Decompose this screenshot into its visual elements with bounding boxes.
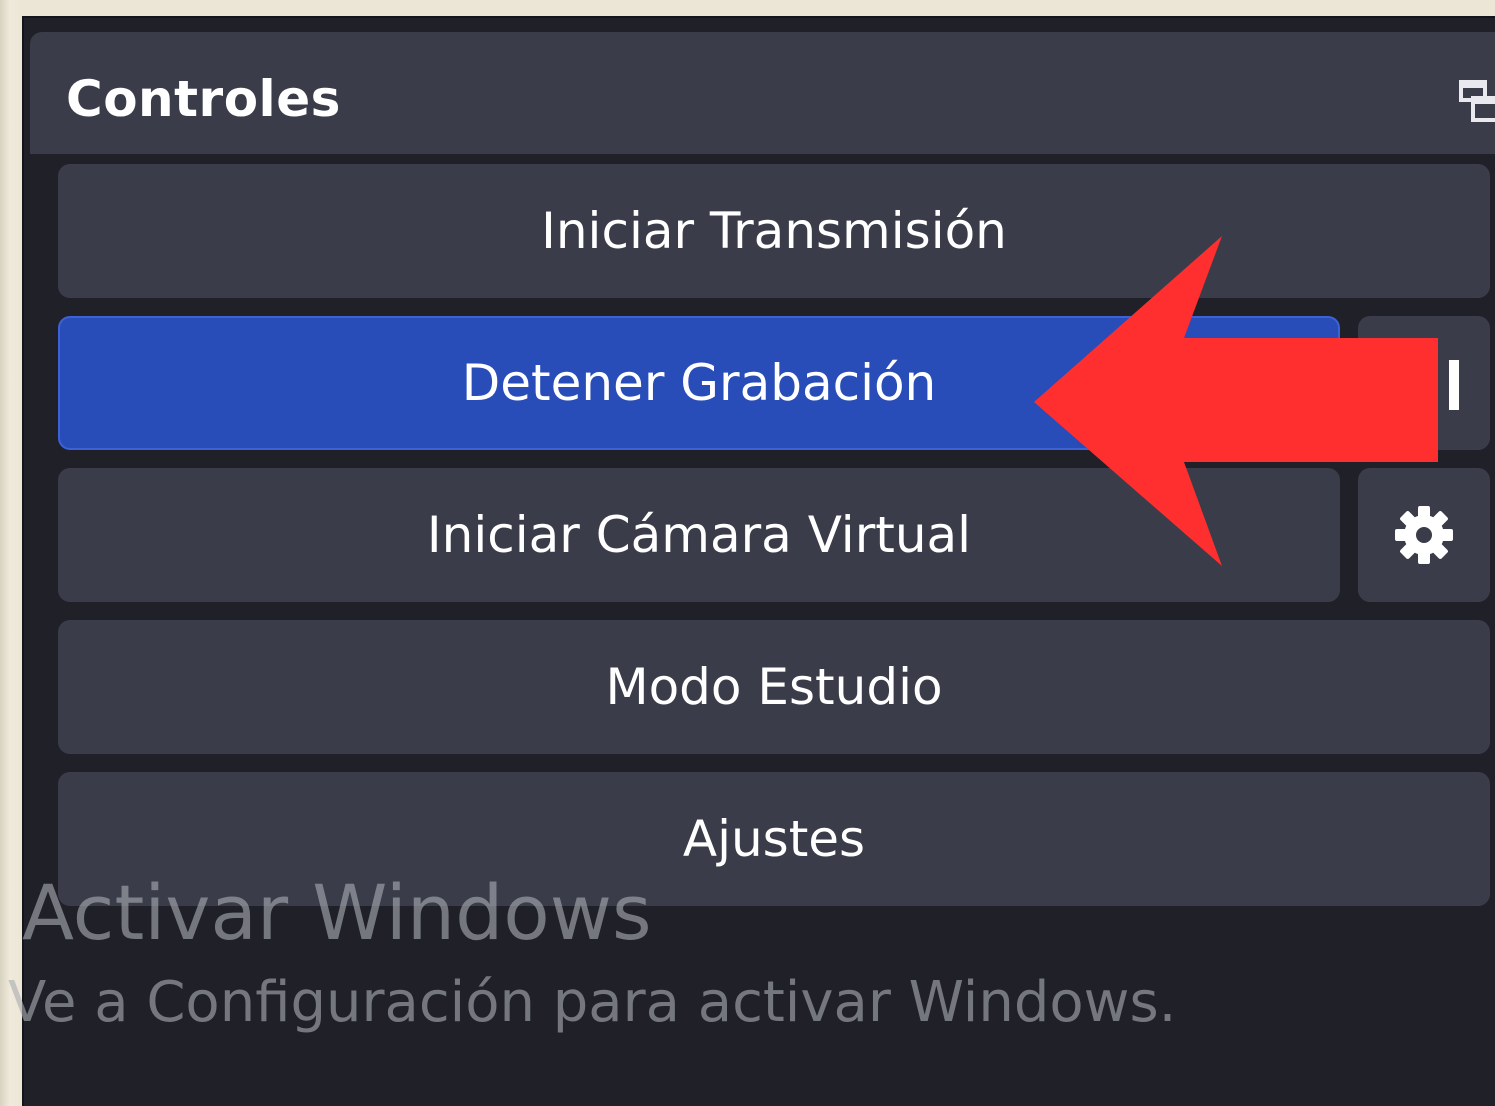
float-dock-icon[interactable] xyxy=(1458,78,1495,124)
start-stream-button[interactable]: Iniciar Transmisión xyxy=(58,164,1490,298)
pause-icon xyxy=(1449,360,1459,410)
virtual-camera-settings-button[interactable] xyxy=(1358,468,1490,602)
dock-title: Controles xyxy=(66,70,341,128)
gear-icon xyxy=(1395,506,1453,564)
studio-mode-button[interactable]: Modo Estudio xyxy=(58,620,1490,754)
dock-header: Controles xyxy=(30,32,1495,154)
pause-recording-button[interactable] xyxy=(1358,316,1490,450)
settings-button[interactable]: Ajustes xyxy=(58,772,1490,906)
stop-recording-button[interactable]: Detener Grabación xyxy=(58,316,1340,450)
start-virtual-camera-button[interactable]: Iniciar Cámara Virtual xyxy=(58,468,1340,602)
